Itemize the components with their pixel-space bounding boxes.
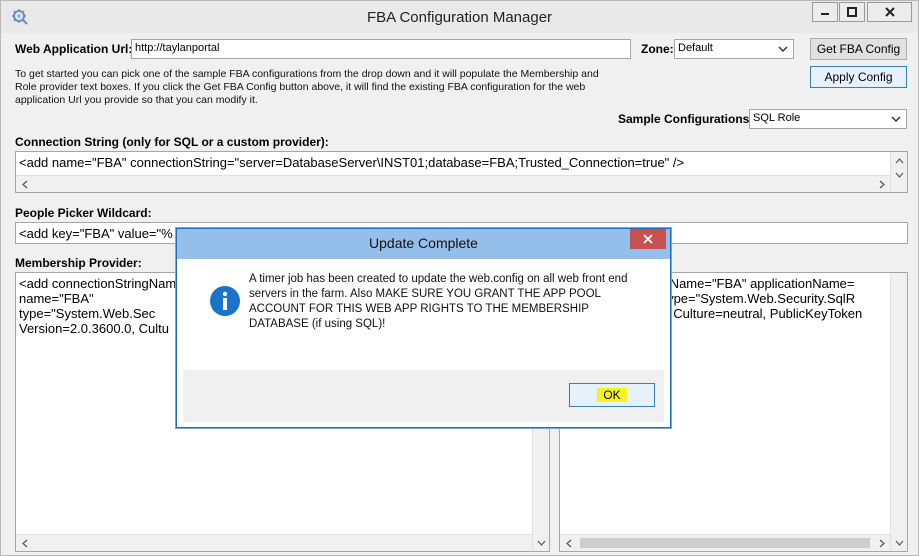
scroll-right-icon[interactable] bbox=[873, 535, 890, 551]
update-complete-dialog: Update Complete A timer job has been cre… bbox=[176, 228, 671, 428]
dialog-message: A timer job has been created to update t… bbox=[249, 273, 628, 330]
dialog-body: A timer job has been created to update t… bbox=[183, 260, 664, 370]
minimize-icon bbox=[821, 13, 829, 15]
scroll-left-icon[interactable] bbox=[560, 535, 577, 551]
scroll-down-icon[interactable] bbox=[533, 534, 549, 551]
info-icon bbox=[210, 286, 240, 316]
web-app-url-input[interactable]: http://taylanportal bbox=[131, 39, 631, 59]
close-button[interactable] bbox=[867, 2, 912, 22]
zone-select[interactable]: Default bbox=[674, 39, 794, 59]
connection-string-text: <add name="FBA" connectionString="server… bbox=[19, 155, 685, 170]
membership-line: type="System.Web.Sec bbox=[19, 306, 156, 321]
sample-config-label: Sample Configurations: bbox=[618, 112, 754, 126]
membership-line: Version=2.0.3600.0, Cultu bbox=[19, 321, 169, 336]
instructions-text: To get started you can pick one of the s… bbox=[15, 68, 599, 106]
scroll-left-icon[interactable] bbox=[16, 535, 33, 551]
zone-select-value: Default bbox=[678, 42, 713, 54]
vertical-scrollbar[interactable] bbox=[890, 273, 907, 551]
connection-string-label: Connection String (only for SQL or a cus… bbox=[15, 135, 329, 149]
chevron-down-icon bbox=[778, 46, 788, 53]
scroll-right-icon[interactable] bbox=[873, 176, 890, 192]
window-title: FBA Configuration Manager bbox=[366, 9, 553, 26]
ok-button[interactable]: OK bbox=[569, 383, 655, 407]
web-app-url-label: Web Application Url: bbox=[15, 42, 133, 56]
scrollbar-thumb[interactable] bbox=[580, 538, 870, 548]
get-fba-config-button[interactable]: Get FBA Config bbox=[810, 38, 907, 60]
role-line: e" type="System.Web.Security.SqlR bbox=[648, 291, 856, 306]
membership-line: name="FBA" bbox=[19, 291, 94, 306]
title-bar: FBA Configuration Manager bbox=[1, 1, 918, 33]
membership-provider-label: Membership Provider: bbox=[15, 256, 142, 270]
maximize-button[interactable] bbox=[839, 2, 865, 22]
dialog-close-button[interactable] bbox=[630, 229, 666, 249]
sample-config-select[interactable]: SQL Role bbox=[749, 109, 907, 129]
connection-string-editor[interactable]: <add name="FBA" connectionString="server… bbox=[15, 151, 908, 193]
horizontal-scrollbar[interactable] bbox=[16, 175, 890, 192]
ok-button-label: OK bbox=[597, 388, 627, 402]
maximize-icon bbox=[847, 7, 857, 17]
scroll-down-icon[interactable] bbox=[891, 166, 907, 183]
people-picker-label: People Picker Wildcard: bbox=[15, 206, 152, 220]
zone-label: Zone: bbox=[641, 42, 674, 56]
people-picker-text: <add key="FBA" value="% bbox=[19, 226, 173, 241]
sample-config-value: SQL Role bbox=[753, 112, 801, 124]
horizontal-scrollbar[interactable] bbox=[16, 534, 532, 551]
apply-config-button[interactable]: Apply Config bbox=[810, 66, 907, 88]
dialog-title-bar: Update Complete bbox=[177, 229, 670, 259]
dialog-title: Update Complete bbox=[369, 235, 478, 251]
membership-line: <add connectionStringNam bbox=[19, 276, 177, 291]
dialog-footer: OK bbox=[183, 370, 664, 422]
minimize-button[interactable] bbox=[812, 2, 838, 22]
chevron-down-icon bbox=[891, 116, 901, 123]
role-line: ringName="FBA" applicationName= bbox=[648, 276, 855, 291]
close-icon bbox=[884, 7, 895, 17]
vertical-scrollbar[interactable] bbox=[890, 152, 907, 192]
scroll-down-icon[interactable] bbox=[891, 534, 907, 551]
horizontal-scrollbar[interactable] bbox=[560, 534, 890, 551]
close-icon bbox=[643, 234, 653, 244]
scroll-left-icon[interactable] bbox=[16, 176, 33, 192]
role-line: 0.0, Culture=neutral, PublicKeyToken bbox=[648, 306, 863, 321]
